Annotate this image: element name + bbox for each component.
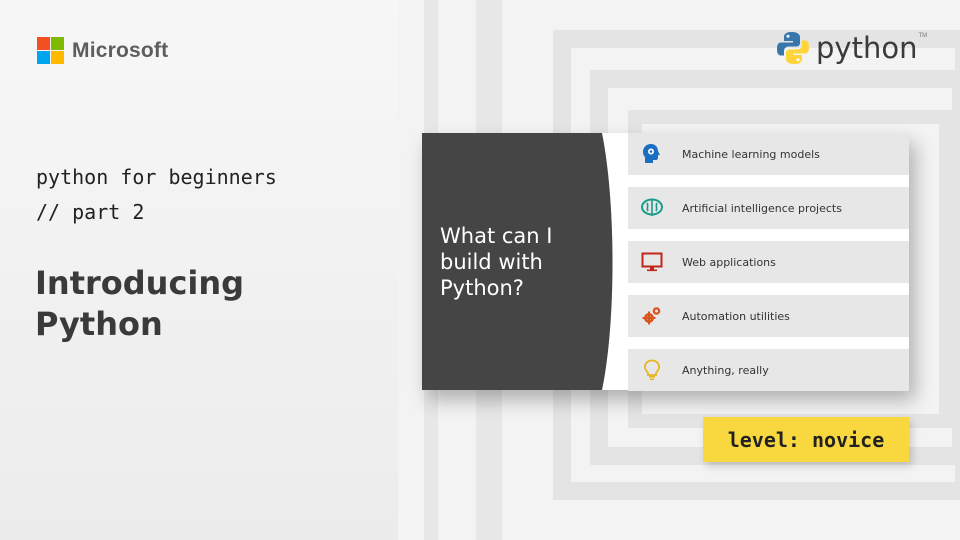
title-line: Python [35,305,163,343]
list-item-label: Web applications [682,255,776,269]
list-item-web-applications: Web applications [628,241,909,283]
slide-preview: What can I build with Python? Machine le… [422,133,909,391]
slide-dark-panel: What can I build with Python? [422,133,616,390]
slide-heading-line: build with [440,250,543,274]
title-line: Introducing [35,264,245,302]
level-badge: level: novice [703,417,909,462]
list-item-label: Automation utilities [682,309,790,323]
microsoft-wordmark: Microsoft [72,38,169,62]
microsoft-grid-icon [37,37,64,64]
lightbulb-icon [640,358,664,382]
list-item-machine-learning: Machine learning models [628,133,909,175]
brain-icon [640,196,664,220]
list-item-automation: Automation utilities [628,295,909,337]
list-item-label: Anything, really [682,363,769,377]
python-wordmark: python [816,31,918,65]
list-item-anything: Anything, really [628,349,909,391]
gears-icon [640,304,664,328]
head-gear-icon [640,142,664,166]
microsoft-logo: Microsoft [37,37,168,64]
python-snake-icon [777,32,809,64]
series-subtitle: python for beginners // part 2 [36,160,277,230]
page-title: Introducing Python [35,263,244,345]
list-item-ai-projects: Artificial intelligence projects [628,187,909,229]
series-line: python for beginners [36,165,277,189]
part-line: // part 2 [36,200,145,224]
slide-heading-line: Python? [440,276,524,300]
trademark-mark: TM [918,33,928,39]
python-logo: python TM [776,30,927,66]
slide-heading-line: What can I [440,224,553,248]
list-item-label: Machine learning models [682,147,820,161]
list-item-label: Artificial intelligence projects [682,201,842,215]
slide-heading: What can I build with Python? [440,223,600,301]
monitor-icon [640,250,664,274]
